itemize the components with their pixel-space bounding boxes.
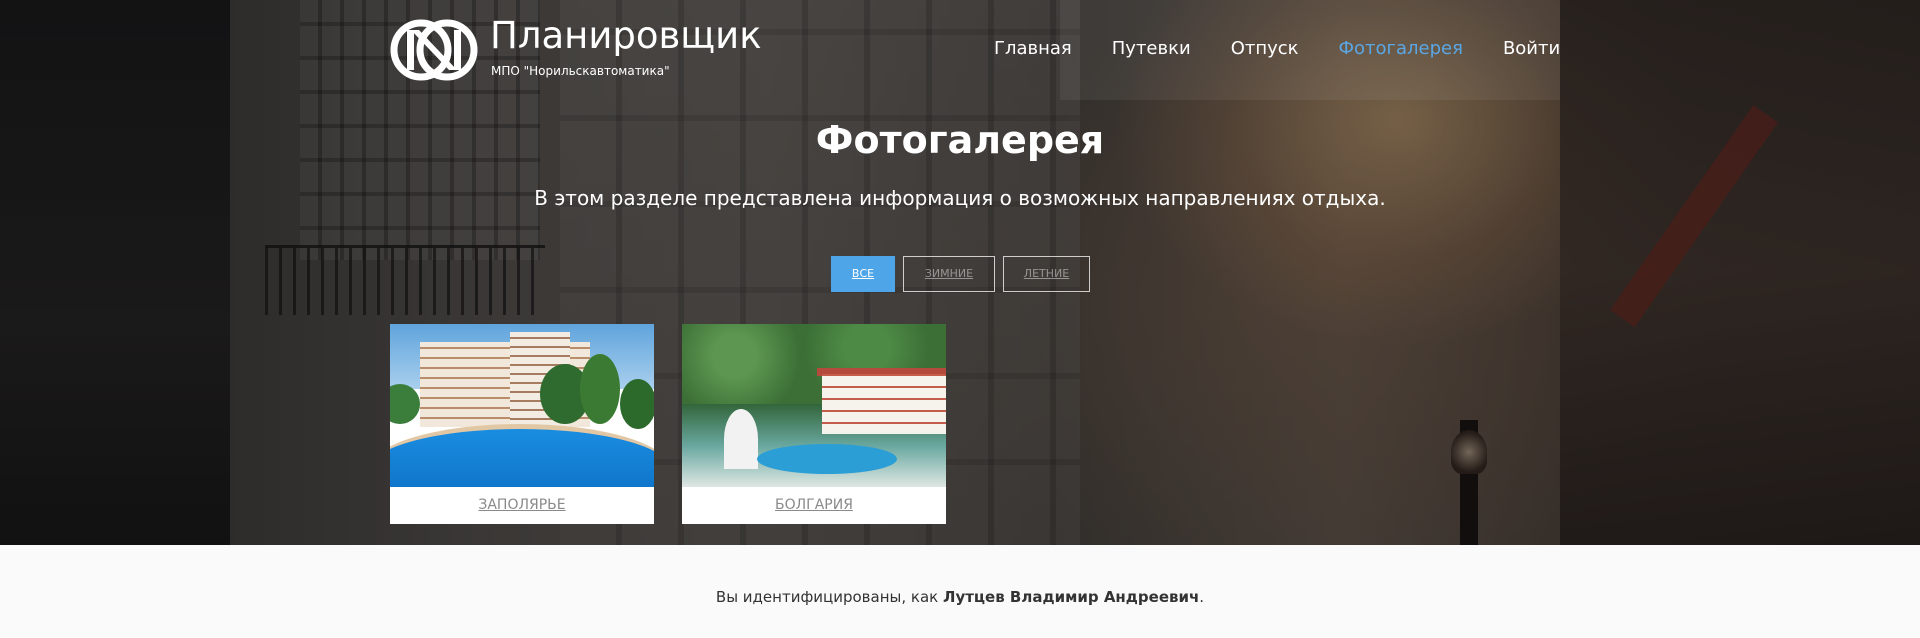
- brand-subtitle: МПО "Норильскавтоматика": [491, 64, 670, 78]
- gallery-filters: Все Зимние Летние: [831, 256, 1090, 292]
- nav-vacation[interactable]: Отпуск: [1231, 38, 1299, 59]
- filter-winter-button[interactable]: Зимние: [903, 256, 995, 292]
- gallery-photo-resort-pool[interactable]: [390, 324, 654, 487]
- gallery-card-bulgaria[interactable]: Болгария: [682, 324, 946, 524]
- user-identification: Вы идентифицированы, как Лутцев Владимир…: [0, 588, 1920, 606]
- user-name: Лутцев Владимир Андреевич: [942, 588, 1200, 606]
- user-identification-prefix: Вы идентифицированы, как: [715, 588, 943, 606]
- gallery-photo-hotel-garden[interactable]: [682, 324, 946, 487]
- nav-login[interactable]: Войти: [1503, 38, 1560, 59]
- nav-gallery[interactable]: Фотогалерея: [1339, 38, 1463, 59]
- logo-icon[interactable]: [389, 18, 479, 82]
- gallery-card-zapolyarye[interactable]: Заполярье: [390, 324, 654, 524]
- brand-title[interactable]: Планировщик: [490, 14, 762, 57]
- user-identification-suffix: .: [1199, 588, 1205, 606]
- nav-vouchers[interactable]: Путевки: [1112, 38, 1191, 59]
- gallery-caption[interactable]: Болгария: [682, 487, 946, 524]
- hero-section: Планировщик МПО "Норильскавтоматика" Гла…: [0, 0, 1920, 545]
- nav-home[interactable]: Главная: [994, 38, 1072, 59]
- filter-all-button[interactable]: Все: [831, 256, 895, 292]
- gallery-caption[interactable]: Заполярье: [390, 487, 654, 524]
- filter-summer-button[interactable]: Летние: [1003, 256, 1090, 292]
- main-nav: Главная Путевки Отпуск Фотогалерея Войти: [994, 38, 1560, 59]
- page-description: В этом разделе представлена информация о…: [534, 186, 1386, 210]
- page-title: Фотогалерея: [815, 118, 1105, 162]
